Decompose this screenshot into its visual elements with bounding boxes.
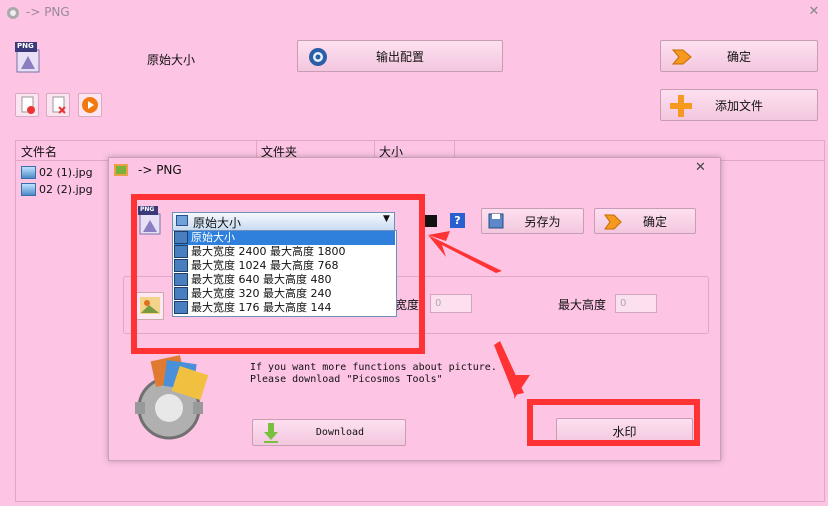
height-input[interactable]: 0 xyxy=(615,294,657,313)
output-config-button[interactable]: 输出配置 xyxy=(297,40,503,72)
window-title: -> PNG xyxy=(26,5,70,19)
ok-label: 确定 xyxy=(726,49,751,64)
list-item-name: 02 (1).jpg xyxy=(39,165,93,179)
size-label: 原始大小 xyxy=(147,53,196,67)
promo-line-2: Please download "Picosmos Tools" xyxy=(250,374,443,385)
annotation-arrows xyxy=(428,231,530,399)
list-item[interactable]: 02 (2).jpg xyxy=(21,181,93,197)
annotation-box-dropdown xyxy=(131,194,425,354)
png-badge-text: PNG xyxy=(17,42,34,50)
dialog-ok-label: 确定 xyxy=(642,214,667,229)
dialog-app-icon xyxy=(114,164,128,176)
image-file-icon xyxy=(21,165,36,179)
height-label: 最大高度 xyxy=(558,298,607,312)
column-filename[interactable]: 文件名 xyxy=(21,143,57,160)
list-item[interactable]: 02 (1).jpg xyxy=(21,164,93,180)
app-icon xyxy=(6,6,20,20)
png-file-icon: PNG xyxy=(15,42,41,74)
picosmos-gear-icon xyxy=(125,352,221,444)
download-button[interactable]: Download xyxy=(252,419,406,446)
add-file-button[interactable]: 添加文件 xyxy=(660,89,818,121)
image-file-icon xyxy=(21,182,36,196)
remove-item-button[interactable] xyxy=(46,93,70,117)
dialog-ok-button[interactable]: 确定 xyxy=(594,208,696,234)
add-file-label: 添加文件 xyxy=(714,98,763,113)
output-config-label: 输出配置 xyxy=(375,49,424,64)
ok-button[interactable]: 确定 xyxy=(660,40,818,72)
dialog-title: -> PNG xyxy=(138,163,182,177)
annotation-box-watermark xyxy=(527,399,700,446)
play-button[interactable] xyxy=(78,93,102,117)
list-item-name: 02 (2).jpg xyxy=(39,182,93,196)
download-label: Download xyxy=(315,427,365,438)
add-item-button[interactable] xyxy=(15,93,39,117)
close-icon[interactable]: ✕ xyxy=(804,2,824,22)
dialog-close-icon[interactable]: ✕ xyxy=(695,160,706,175)
